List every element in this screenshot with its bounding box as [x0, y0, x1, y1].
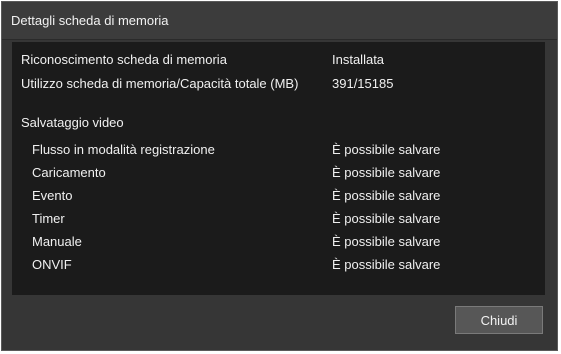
video-saving-row: Manuale È possibile salvare — [12, 231, 545, 253]
video-saving-label: Flusso in modalità registrazione — [32, 142, 215, 157]
video-saving-label: ONVIF — [32, 257, 72, 272]
video-saving-label: Evento — [32, 188, 73, 203]
video-saving-row: ONVIF È possibile salvare — [12, 254, 545, 276]
dialog-title-bar: Dettagli scheda di memoria — [2, 2, 557, 40]
video-saving-row: Evento È possibile salvare — [12, 185, 545, 207]
recognition-row: Riconoscimento scheda di memoria Install… — [12, 49, 545, 71]
usage-row: Utilizzo scheda di memoria/Capacità tota… — [12, 73, 545, 95]
video-saving-label: Timer — [32, 211, 65, 226]
recognition-value: Installata — [332, 52, 385, 67]
usage-label: Utilizzo scheda di memoria/Capacità tota… — [21, 76, 299, 91]
video-saving-row: Timer È possibile salvare — [12, 208, 545, 230]
video-saving-heading: Salvataggio video — [21, 115, 124, 130]
details-panel: Riconoscimento scheda di memoria Install… — [12, 42, 545, 295]
video-saving-status: È possibile salvare — [332, 142, 441, 157]
video-saving-row: Caricamento È possibile salvare — [12, 162, 545, 184]
memory-card-details-dialog: Dettagli scheda di memoria Riconosciment… — [1, 1, 558, 351]
dialog-title: Dettagli scheda di memoria — [11, 13, 169, 28]
close-button[interactable]: Chiudi — [455, 306, 543, 334]
video-saving-status: È possibile salvare — [332, 188, 441, 203]
video-saving-status: È possibile salvare — [332, 234, 441, 249]
recognition-label: Riconoscimento scheda di memoria — [21, 52, 227, 67]
video-saving-status: È possibile salvare — [332, 165, 441, 180]
video-saving-label: Caricamento — [32, 165, 106, 180]
video-saving-label: Manuale — [32, 234, 82, 249]
video-saving-status: È possibile salvare — [332, 211, 441, 226]
dialog-footer: Chiudi — [2, 296, 557, 350]
usage-value: 391/15185 — [332, 76, 394, 91]
video-saving-row: Flusso in modalità registrazione È possi… — [12, 139, 545, 161]
video-saving-status: È possibile salvare — [332, 257, 441, 272]
